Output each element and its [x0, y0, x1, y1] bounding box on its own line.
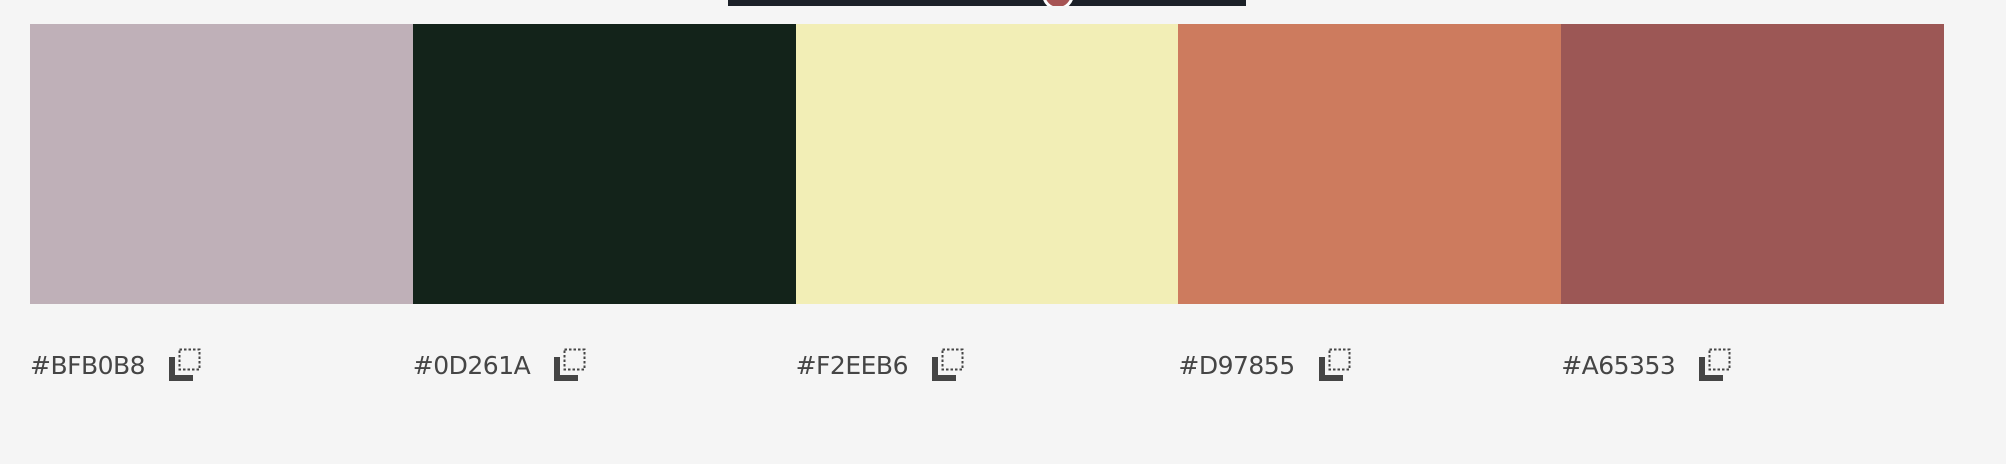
hex-cell-3: #F2EEB6 — [796, 340, 1179, 390]
color-swatch-5[interactable] — [1561, 24, 1944, 304]
color-swatch-row — [30, 24, 1944, 304]
hex-cell-5: #A65353 — [1561, 340, 1944, 390]
source-image-strip — [728, 0, 1246, 6]
color-swatch-1[interactable] — [30, 24, 413, 304]
color-swatch-2[interactable] — [412, 24, 796, 304]
hex-code-label: #BFB0B8 — [30, 350, 146, 380]
color-swatch-3[interactable] — [795, 24, 1179, 304]
color-picker-marker[interactable] — [1042, 0, 1074, 6]
hex-code-label: #0D261A — [412, 350, 531, 380]
copy-icon[interactable] — [930, 347, 966, 383]
copy-icon[interactable] — [1697, 347, 1733, 383]
color-swatch-4[interactable] — [1178, 24, 1562, 304]
hex-cell-1: #BFB0B8 — [30, 340, 413, 390]
hex-code-label: #A65353 — [1561, 350, 1676, 380]
copy-icon[interactable] — [552, 347, 588, 383]
hex-code-label: #F2EEB6 — [795, 350, 909, 380]
copy-icon[interactable] — [1317, 347, 1353, 383]
hex-code-row: #BFB0B8 #0D261A #F2EEB6 #D97855 #A65353 — [30, 340, 1944, 390]
hex-code-label: #D97855 — [1178, 350, 1295, 380]
copy-icon[interactable] — [167, 347, 203, 383]
hex-cell-2: #0D261A — [413, 340, 796, 390]
hex-cell-4: #D97855 — [1178, 340, 1561, 390]
